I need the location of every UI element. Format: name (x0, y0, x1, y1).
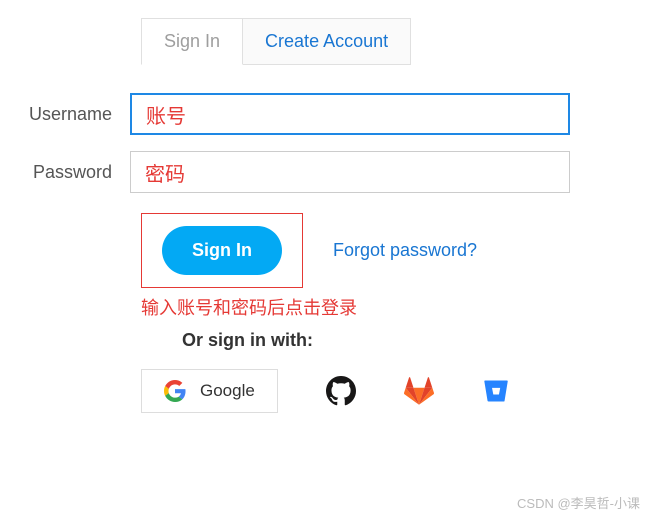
tab-create-account[interactable]: Create Account (243, 18, 411, 65)
auth-tabs: Sign In Create Account (141, 18, 656, 65)
username-label: Username (0, 104, 130, 125)
google-label: Google (200, 381, 255, 401)
password-input[interactable] (130, 151, 570, 193)
bitbucket-icon[interactable] (482, 377, 510, 405)
oauth-providers: Google (141, 369, 656, 413)
tab-signin[interactable]: Sign In (141, 18, 243, 65)
login-form: Username Password (0, 93, 656, 193)
annotation-text: 输入账号和密码后点击登录 (141, 294, 656, 320)
actions-row: Sign In Forgot password? (141, 213, 656, 288)
watermark-text: CSDN @李昊哲-小课 (517, 493, 640, 512)
password-label: Password (0, 162, 130, 183)
google-signin-button[interactable]: Google (141, 369, 278, 413)
forgot-password-link[interactable]: Forgot password? (333, 240, 477, 261)
or-signin-with-label: Or sign in with: (182, 330, 656, 351)
google-icon (164, 380, 186, 402)
github-icon[interactable] (326, 376, 356, 406)
username-input[interactable] (130, 93, 570, 135)
password-row: Password (0, 151, 656, 193)
gitlab-icon[interactable] (404, 376, 434, 406)
username-row: Username (0, 93, 656, 135)
signin-highlight-box: Sign In (141, 213, 303, 288)
signin-button[interactable]: Sign In (162, 226, 282, 275)
